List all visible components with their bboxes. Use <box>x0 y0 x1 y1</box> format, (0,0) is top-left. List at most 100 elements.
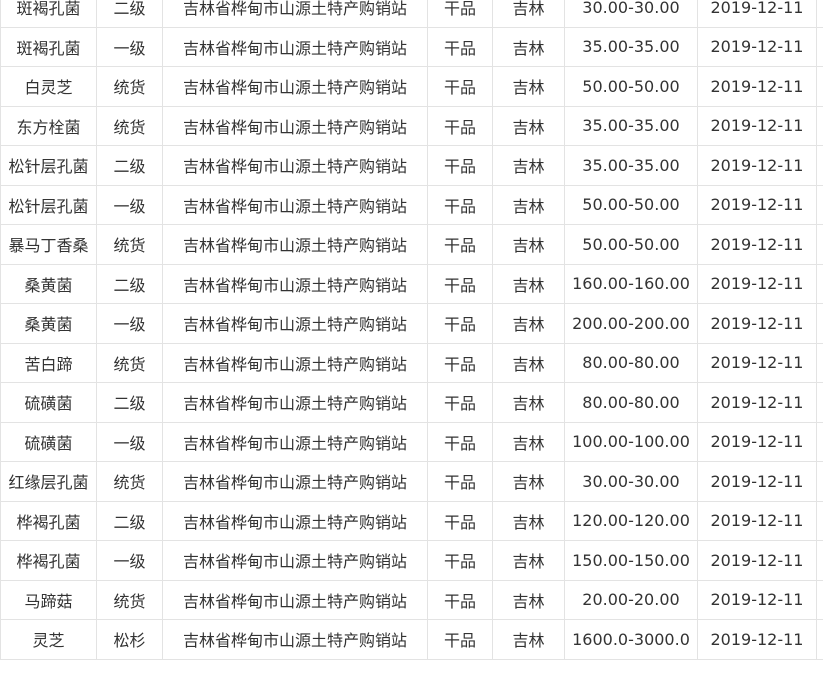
table-row: 暴马丁香桑 统货 吉林省桦甸市山源土特产购销站 干品 吉林 50.00-50.00 2019… <box>0 224 823 265</box>
origin-cell: 吉林 <box>492 579 565 620</box>
product-type-cell: 干品 <box>427 579 493 620</box>
product-type-cell: 干品 <box>427 303 493 344</box>
date-cell: 2019-12-11 <box>697 26 817 67</box>
grade-cell: 统货 <box>96 342 163 383</box>
date-cell: 2019-12-11 <box>697 461 817 502</box>
product-type-cell: 干品 <box>427 224 493 265</box>
station-cell: 吉林省桦甸市山源土特产购销站 <box>162 421 428 462</box>
herb-name-cell: 桑黄菌 <box>0 303 97 344</box>
origin-cell: 吉林 <box>492 145 565 186</box>
origin-cell: 吉林 <box>492 105 565 146</box>
row-edge-cell <box>816 26 823 67</box>
station-cell: 吉林省桦甸市山源土特产购销站 <box>162 105 428 146</box>
grade-cell: 二级 <box>96 382 163 423</box>
grade-cell: 松杉 <box>96 619 163 660</box>
row-edge-cell <box>816 224 823 265</box>
table-row: 桦褐孔菌 一级 吉林省桦甸市山源土特产购销站 干品 吉林 150.00-150.00 201… <box>0 540 823 581</box>
table-row: 硫磺菌 一级 吉林省桦甸市山源土特产购销站 干品 吉林 100.00-100.00 2019… <box>0 421 823 462</box>
station-cell: 吉林省桦甸市山源土特产购销站 <box>162 461 428 502</box>
herb-name-cell: 硫磺菌 <box>0 421 97 462</box>
product-type-cell: 干品 <box>427 461 493 502</box>
grade-cell: 统货 <box>96 105 163 146</box>
grade-cell: 统货 <box>96 66 163 107</box>
herb-name-cell: 白灵芝 <box>0 66 97 107</box>
origin-cell: 吉林 <box>492 303 565 344</box>
row-edge-cell <box>816 263 823 304</box>
herb-name-cell: 马蹄菇 <box>0 579 97 620</box>
grade-cell: 一级 <box>96 540 163 581</box>
table-row: 东方栓菌 统货 吉林省桦甸市山源土特产购销站 干品 吉林 35.00-35.00 2019-… <box>0 105 823 146</box>
price-range-cell: 120.00-120.00 <box>564 500 698 541</box>
station-cell: 吉林省桦甸市山源土特产购销站 <box>162 26 428 67</box>
grade-cell: 二级 <box>96 145 163 186</box>
station-cell: 吉林省桦甸市山源土特产购销站 <box>162 540 428 581</box>
product-type-cell: 干品 <box>427 421 493 462</box>
row-edge-cell <box>816 421 823 462</box>
price-range-cell: 100.00-100.00 <box>564 421 698 462</box>
table-row: 灵芝 松杉 吉林省桦甸市山源土特产购销站 干品 吉林 1600.0-3000.0 2019-… <box>0 619 823 660</box>
date-cell: 2019-12-11 <box>697 0 817 28</box>
origin-cell: 吉林 <box>492 184 565 225</box>
row-edge-cell <box>816 500 823 541</box>
product-type-cell: 干品 <box>427 26 493 67</box>
product-type-cell: 干品 <box>427 184 493 225</box>
date-cell: 2019-12-11 <box>697 303 817 344</box>
herb-name-cell: 桦褐孔菌 <box>0 500 97 541</box>
table-row: 桑黄菌 一级 吉林省桦甸市山源土特产购销站 干品 吉林 200.00-200.00 2019… <box>0 303 823 344</box>
row-edge-cell <box>816 145 823 186</box>
table-row: 白灵芝 统货 吉林省桦甸市山源土特产购销站 干品 吉林 50.00-50.00 2019-1… <box>0 66 823 107</box>
grade-cell: 统货 <box>96 224 163 265</box>
herb-name-cell: 灵芝 <box>0 619 97 660</box>
origin-cell: 吉林 <box>492 0 565 28</box>
origin-cell: 吉林 <box>492 26 565 67</box>
price-range-cell: 150.00-150.00 <box>564 540 698 581</box>
date-cell: 2019-12-11 <box>697 145 817 186</box>
herb-name-cell: 桑黄菌 <box>0 263 97 304</box>
price-range-cell: 50.00-50.00 <box>564 66 698 107</box>
table-row: 红缘层孔菌 统货 吉林省桦甸市山源土特产购销站 干品 吉林 30.00-30.00 2019… <box>0 461 823 502</box>
grade-cell: 一级 <box>96 421 163 462</box>
product-type-cell: 干品 <box>427 263 493 304</box>
station-cell: 吉林省桦甸市山源土特产购销站 <box>162 500 428 541</box>
date-cell: 2019-12-11 <box>697 184 817 225</box>
herb-name-cell: 桦褐孔菌 <box>0 540 97 581</box>
product-type-cell: 干品 <box>427 105 493 146</box>
herb-name-cell: 红缘层孔菌 <box>0 461 97 502</box>
origin-cell: 吉林 <box>492 500 565 541</box>
price-table: 斑褐孔菌 二级 吉林省桦甸市山源土特产购销站 干品 吉林 30.00-30.00 2019-… <box>0 0 823 660</box>
origin-cell: 吉林 <box>492 263 565 304</box>
date-cell: 2019-12-11 <box>697 382 817 423</box>
product-type-cell: 干品 <box>427 540 493 581</box>
table-row: 苦白蹄 统货 吉林省桦甸市山源土特产购销站 干品 吉林 80.00-80.00 2019-1… <box>0 342 823 383</box>
table-row: 马蹄菇 统货 吉林省桦甸市山源土特产购销站 干品 吉林 20.00-20.00 2019-1… <box>0 579 823 620</box>
date-cell: 2019-12-11 <box>697 224 817 265</box>
row-edge-cell <box>816 342 823 383</box>
row-edge-cell <box>816 540 823 581</box>
product-type-cell: 干品 <box>427 500 493 541</box>
table-row: 松针层孔菌 二级 吉林省桦甸市山源土特产购销站 干品 吉林 35.00-35.00 2019… <box>0 145 823 186</box>
station-cell: 吉林省桦甸市山源土特产购销站 <box>162 263 428 304</box>
table-row: 斑褐孔菌 二级 吉林省桦甸市山源土特产购销站 干品 吉林 30.00-30.00 2019-… <box>0 0 823 28</box>
product-type-cell: 干品 <box>427 619 493 660</box>
station-cell: 吉林省桦甸市山源土特产购销站 <box>162 579 428 620</box>
origin-cell: 吉林 <box>492 421 565 462</box>
date-cell: 2019-12-11 <box>697 342 817 383</box>
station-cell: 吉林省桦甸市山源土特产购销站 <box>162 66 428 107</box>
product-type-cell: 干品 <box>427 66 493 107</box>
price-range-cell: 50.00-50.00 <box>564 224 698 265</box>
product-type-cell: 干品 <box>427 342 493 383</box>
price-range-cell: 35.00-35.00 <box>564 145 698 186</box>
herb-name-cell: 硫磺菌 <box>0 382 97 423</box>
date-cell: 2019-12-11 <box>697 579 817 620</box>
row-edge-cell <box>816 66 823 107</box>
herb-name-cell: 斑褐孔菌 <box>0 26 97 67</box>
table-row: 斑褐孔菌 一级 吉林省桦甸市山源土特产购销站 干品 吉林 35.00-35.00 2019-… <box>0 26 823 67</box>
table-row: 松针层孔菌 一级 吉林省桦甸市山源土特产购销站 干品 吉林 50.00-50.00 2019… <box>0 184 823 225</box>
price-range-cell: 80.00-80.00 <box>564 342 698 383</box>
grade-cell: 一级 <box>96 303 163 344</box>
product-type-cell: 干品 <box>427 145 493 186</box>
grade-cell: 二级 <box>96 500 163 541</box>
product-type-cell: 干品 <box>427 0 493 28</box>
origin-cell: 吉林 <box>492 619 565 660</box>
price-range-cell: 200.00-200.00 <box>564 303 698 344</box>
